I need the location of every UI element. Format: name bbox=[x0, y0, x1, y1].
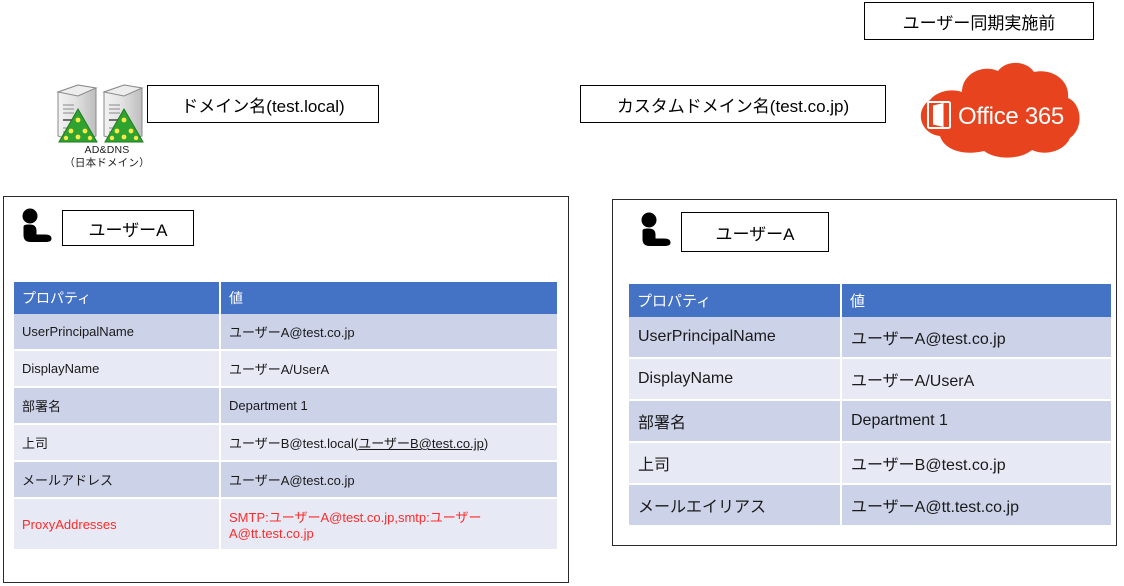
cell-value-tail: ) bbox=[483, 436, 489, 451]
cell-property: メールエイリアス bbox=[629, 484, 842, 527]
table-row: 上司 ユーザーB@test.co.jp bbox=[629, 442, 1111, 485]
ad-dns-caption-line2: （日本ドメイン） bbox=[64, 157, 150, 169]
cell-value: ユーザーA/UserA bbox=[220, 350, 557, 388]
cell-property: 部署名 bbox=[14, 387, 221, 425]
cell-property: UserPrincipalName bbox=[14, 314, 221, 351]
table-row: UserPrincipalName ユーザーA@test.co.jp bbox=[14, 314, 557, 351]
cell-property: 上司 bbox=[14, 424, 221, 462]
custom-domain-name-text: カスタムドメイン名(test.co.jp) bbox=[616, 96, 850, 116]
onprem-user-name-box: ユーザーA bbox=[62, 210, 194, 246]
sync-state-label-text: ユーザー同期実施前 bbox=[902, 13, 1056, 33]
office-document-icon bbox=[927, 101, 951, 129]
cloud-user-name-box: ユーザーA bbox=[681, 212, 829, 252]
ad-dns-caption-line1: AD&DNS bbox=[84, 144, 130, 156]
cell-value: Department 1 bbox=[841, 400, 1111, 443]
table-row: UserPrincipalName ユーザーA@test.co.jp bbox=[629, 317, 1111, 359]
server-icon bbox=[56, 84, 144, 143]
cell-property: メールアドレス bbox=[14, 461, 221, 499]
person-icon bbox=[22, 208, 52, 242]
cell-property: 部署名 bbox=[629, 400, 842, 443]
cell-property: ProxyAddresses bbox=[14, 498, 221, 551]
cell-value: ユーザーA@test.co.jp bbox=[220, 461, 557, 499]
onprem-user-header: ユーザーA bbox=[16, 207, 194, 249]
column-header-value: 値 bbox=[841, 284, 1111, 317]
table-header-row: プロパティ 値 bbox=[14, 282, 557, 314]
person-icon bbox=[641, 212, 671, 246]
cell-value: ユーザーA@tt.test.co.jp bbox=[841, 484, 1111, 527]
cell-value: ユーザーA@test.co.jp bbox=[841, 317, 1111, 359]
cloud-user-name-text: ユーザーA bbox=[715, 224, 795, 244]
ad-dns-server-group: AD&DNS （日本ドメイン） bbox=[52, 80, 162, 180]
onprem-user-name-text: ユーザーA bbox=[88, 220, 168, 240]
cell-value: ユーザーB@test.co.jp bbox=[841, 442, 1111, 485]
table-row: 部署名 Department 1 bbox=[629, 400, 1111, 443]
cloud-user-header: ユーザーA bbox=[635, 211, 829, 253]
cell-value: ユーザーB@test.local(ユーザーB@test.co.jp) bbox=[220, 424, 557, 462]
office365-wordmark: Office 365 bbox=[958, 103, 1064, 130]
cell-value: SMTP:ユーザーA@test.co.jp,smtp:ユーザーA@tt.test… bbox=[220, 498, 557, 551]
onprem-domain-name-text: ドメイン名(test.local) bbox=[181, 96, 345, 116]
table-row: DisplayName ユーザーA/UserA bbox=[14, 350, 557, 388]
cell-value-underlined: ユーザーB@test.co.jp bbox=[358, 436, 484, 451]
onprem-user-panel: ユーザーA プロパティ 値 UserPrincipalName ユーザーA@te… bbox=[3, 196, 569, 583]
table-row: 上司 ユーザーB@test.local(ユーザーB@test.co.jp) bbox=[14, 424, 557, 462]
table-header-row: プロパティ 値 bbox=[629, 284, 1111, 317]
table-row: 部署名 Department 1 bbox=[14, 387, 557, 425]
cell-property: 上司 bbox=[629, 442, 842, 485]
ad-dns-caption: AD&DNS （日本ドメイン） bbox=[44, 144, 170, 170]
table-row: メールエイリアス ユーザーA@tt.test.co.jp bbox=[629, 484, 1111, 527]
onprem-property-table: プロパティ 値 UserPrincipalName ユーザーA@test.co.… bbox=[14, 282, 557, 551]
cloud-user-panel: ユーザーA プロパティ 値 UserPrincipalName ユーザーA@te… bbox=[612, 199, 1117, 546]
cell-property: UserPrincipalName bbox=[629, 317, 842, 359]
cloud-property-table: プロパティ 値 UserPrincipalName ユーザーA@test.co.… bbox=[629, 284, 1111, 527]
column-header-property: プロパティ bbox=[14, 282, 221, 314]
table-row: ProxyAddresses SMTP:ユーザーA@test.co.jp,smt… bbox=[14, 498, 557, 551]
column-header-value: 値 bbox=[220, 282, 557, 314]
table-row: メールアドレス ユーザーA@test.co.jp bbox=[14, 461, 557, 499]
sync-state-label: ユーザー同期実施前 bbox=[864, 2, 1094, 40]
table-row: DisplayName ユーザーA/UserA bbox=[629, 358, 1111, 401]
cell-value: ユーザーA@test.co.jp bbox=[220, 314, 557, 351]
cell-value-plain: ユーザーB@test.local( bbox=[229, 436, 359, 451]
cell-value: ユーザーA/UserA bbox=[841, 358, 1111, 401]
column-header-property: プロパティ bbox=[629, 284, 842, 317]
onprem-domain-name-label: ドメイン名(test.local) bbox=[147, 85, 379, 123]
custom-domain-name-label: カスタムドメイン名(test.co.jp) bbox=[580, 85, 886, 123]
cell-value: Department 1 bbox=[220, 387, 557, 425]
cell-property: DisplayName bbox=[629, 358, 842, 401]
cell-property: DisplayName bbox=[14, 350, 221, 388]
